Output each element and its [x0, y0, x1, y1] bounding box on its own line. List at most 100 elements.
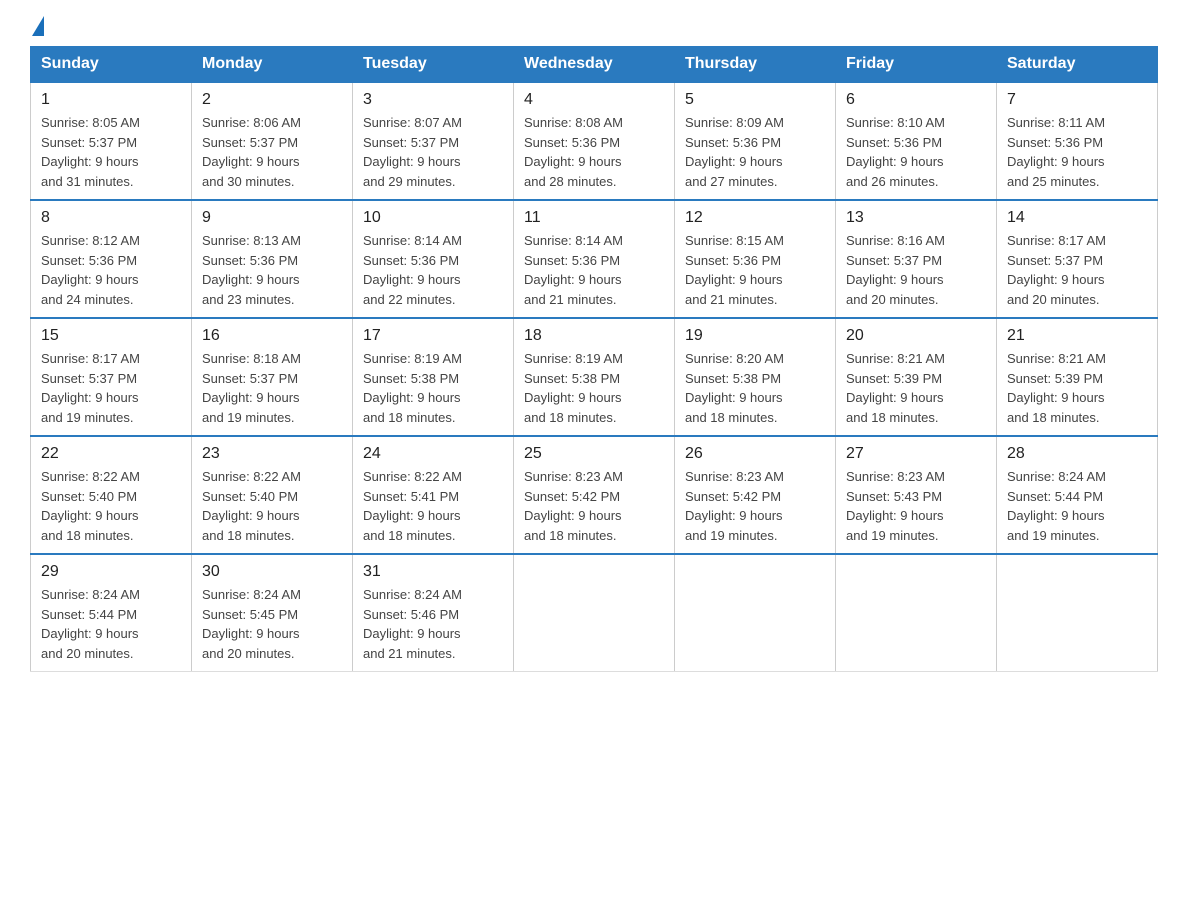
weekday-header-tuesday: Tuesday [353, 47, 514, 83]
day-cell-14: 14 Sunrise: 8:17 AMSunset: 5:37 PMDaylig… [997, 200, 1158, 318]
day-info: Sunrise: 8:20 AMSunset: 5:38 PMDaylight:… [685, 351, 784, 425]
day-cell-31: 31 Sunrise: 8:24 AMSunset: 5:46 PMDaylig… [353, 554, 514, 672]
day-cell-25: 25 Sunrise: 8:23 AMSunset: 5:42 PMDaylig… [514, 436, 675, 554]
logo [30, 20, 44, 36]
weekday-header-row: SundayMondayTuesdayWednesdayThursdayFrid… [31, 47, 1158, 83]
weekday-header-sunday: Sunday [31, 47, 192, 83]
day-cell-28: 28 Sunrise: 8:24 AMSunset: 5:44 PMDaylig… [997, 436, 1158, 554]
empty-cell [514, 554, 675, 672]
day-info: Sunrise: 8:09 AMSunset: 5:36 PMDaylight:… [685, 115, 784, 189]
day-number: 26 [685, 445, 825, 463]
day-info: Sunrise: 8:24 AMSunset: 5:44 PMDaylight:… [1007, 469, 1106, 543]
day-info: Sunrise: 8:08 AMSunset: 5:36 PMDaylight:… [524, 115, 623, 189]
weekday-header-thursday: Thursday [675, 47, 836, 83]
empty-cell [675, 554, 836, 672]
day-number: 18 [524, 327, 664, 345]
day-number: 15 [41, 327, 181, 345]
day-number: 3 [363, 91, 503, 109]
day-info: Sunrise: 8:21 AMSunset: 5:39 PMDaylight:… [846, 351, 945, 425]
day-number: 19 [685, 327, 825, 345]
day-cell-8: 8 Sunrise: 8:12 AMSunset: 5:36 PMDayligh… [31, 200, 192, 318]
day-cell-1: 1 Sunrise: 8:05 AMSunset: 5:37 PMDayligh… [31, 82, 192, 200]
weekday-header-saturday: Saturday [997, 47, 1158, 83]
empty-cell [836, 554, 997, 672]
day-number: 21 [1007, 327, 1147, 345]
day-number: 29 [41, 563, 181, 581]
day-info: Sunrise: 8:11 AMSunset: 5:36 PMDaylight:… [1007, 115, 1105, 189]
calendar-table: SundayMondayTuesdayWednesdayThursdayFrid… [30, 46, 1158, 672]
day-number: 12 [685, 209, 825, 227]
weekday-header-friday: Friday [836, 47, 997, 83]
day-cell-29: 29 Sunrise: 8:24 AMSunset: 5:44 PMDaylig… [31, 554, 192, 672]
day-cell-23: 23 Sunrise: 8:22 AMSunset: 5:40 PMDaylig… [192, 436, 353, 554]
day-info: Sunrise: 8:19 AMSunset: 5:38 PMDaylight:… [524, 351, 623, 425]
day-info: Sunrise: 8:22 AMSunset: 5:40 PMDaylight:… [202, 469, 301, 543]
day-cell-3: 3 Sunrise: 8:07 AMSunset: 5:37 PMDayligh… [353, 82, 514, 200]
day-info: Sunrise: 8:10 AMSunset: 5:36 PMDaylight:… [846, 115, 945, 189]
empty-cell [997, 554, 1158, 672]
day-number: 8 [41, 209, 181, 227]
day-number: 7 [1007, 91, 1147, 109]
day-cell-13: 13 Sunrise: 8:16 AMSunset: 5:37 PMDaylig… [836, 200, 997, 318]
week-row-4: 22 Sunrise: 8:22 AMSunset: 5:40 PMDaylig… [31, 436, 1158, 554]
day-number: 14 [1007, 209, 1147, 227]
day-info: Sunrise: 8:13 AMSunset: 5:36 PMDaylight:… [202, 233, 301, 307]
day-info: Sunrise: 8:17 AMSunset: 5:37 PMDaylight:… [41, 351, 140, 425]
day-info: Sunrise: 8:21 AMSunset: 5:39 PMDaylight:… [1007, 351, 1106, 425]
page-header [30, 20, 1158, 36]
weekday-header-monday: Monday [192, 47, 353, 83]
day-info: Sunrise: 8:06 AMSunset: 5:37 PMDaylight:… [202, 115, 301, 189]
day-cell-22: 22 Sunrise: 8:22 AMSunset: 5:40 PMDaylig… [31, 436, 192, 554]
day-cell-6: 6 Sunrise: 8:10 AMSunset: 5:36 PMDayligh… [836, 82, 997, 200]
day-info: Sunrise: 8:19 AMSunset: 5:38 PMDaylight:… [363, 351, 462, 425]
day-info: Sunrise: 8:22 AMSunset: 5:40 PMDaylight:… [41, 469, 140, 543]
day-number: 27 [846, 445, 986, 463]
day-info: Sunrise: 8:22 AMSunset: 5:41 PMDaylight:… [363, 469, 462, 543]
day-cell-11: 11 Sunrise: 8:14 AMSunset: 5:36 PMDaylig… [514, 200, 675, 318]
day-info: Sunrise: 8:05 AMSunset: 5:37 PMDaylight:… [41, 115, 140, 189]
day-cell-16: 16 Sunrise: 8:18 AMSunset: 5:37 PMDaylig… [192, 318, 353, 436]
day-number: 20 [846, 327, 986, 345]
week-row-2: 8 Sunrise: 8:12 AMSunset: 5:36 PMDayligh… [31, 200, 1158, 318]
day-cell-19: 19 Sunrise: 8:20 AMSunset: 5:38 PMDaylig… [675, 318, 836, 436]
day-number: 23 [202, 445, 342, 463]
day-number: 11 [524, 209, 664, 227]
day-number: 25 [524, 445, 664, 463]
day-cell-17: 17 Sunrise: 8:19 AMSunset: 5:38 PMDaylig… [353, 318, 514, 436]
day-info: Sunrise: 8:17 AMSunset: 5:37 PMDaylight:… [1007, 233, 1106, 307]
day-cell-9: 9 Sunrise: 8:13 AMSunset: 5:36 PMDayligh… [192, 200, 353, 318]
day-number: 6 [846, 91, 986, 109]
day-number: 9 [202, 209, 342, 227]
day-cell-24: 24 Sunrise: 8:22 AMSunset: 5:41 PMDaylig… [353, 436, 514, 554]
day-cell-18: 18 Sunrise: 8:19 AMSunset: 5:38 PMDaylig… [514, 318, 675, 436]
day-cell-26: 26 Sunrise: 8:23 AMSunset: 5:42 PMDaylig… [675, 436, 836, 554]
day-info: Sunrise: 8:16 AMSunset: 5:37 PMDaylight:… [846, 233, 945, 307]
day-number: 10 [363, 209, 503, 227]
day-number: 5 [685, 91, 825, 109]
day-info: Sunrise: 8:07 AMSunset: 5:37 PMDaylight:… [363, 115, 462, 189]
day-number: 31 [363, 563, 503, 581]
day-info: Sunrise: 8:23 AMSunset: 5:42 PMDaylight:… [685, 469, 784, 543]
day-cell-15: 15 Sunrise: 8:17 AMSunset: 5:37 PMDaylig… [31, 318, 192, 436]
day-number: 13 [846, 209, 986, 227]
week-row-1: 1 Sunrise: 8:05 AMSunset: 5:37 PMDayligh… [31, 82, 1158, 200]
day-info: Sunrise: 8:24 AMSunset: 5:45 PMDaylight:… [202, 587, 301, 661]
logo-triangle-icon [32, 16, 44, 36]
day-cell-30: 30 Sunrise: 8:24 AMSunset: 5:45 PMDaylig… [192, 554, 353, 672]
day-info: Sunrise: 8:14 AMSunset: 5:36 PMDaylight:… [524, 233, 623, 307]
day-info: Sunrise: 8:24 AMSunset: 5:46 PMDaylight:… [363, 587, 462, 661]
weekday-header-wednesday: Wednesday [514, 47, 675, 83]
day-number: 30 [202, 563, 342, 581]
day-cell-12: 12 Sunrise: 8:15 AMSunset: 5:36 PMDaylig… [675, 200, 836, 318]
day-info: Sunrise: 8:14 AMSunset: 5:36 PMDaylight:… [363, 233, 462, 307]
day-number: 4 [524, 91, 664, 109]
day-number: 28 [1007, 445, 1147, 463]
day-cell-21: 21 Sunrise: 8:21 AMSunset: 5:39 PMDaylig… [997, 318, 1158, 436]
day-number: 2 [202, 91, 342, 109]
day-cell-20: 20 Sunrise: 8:21 AMSunset: 5:39 PMDaylig… [836, 318, 997, 436]
week-row-5: 29 Sunrise: 8:24 AMSunset: 5:44 PMDaylig… [31, 554, 1158, 672]
day-number: 16 [202, 327, 342, 345]
day-cell-4: 4 Sunrise: 8:08 AMSunset: 5:36 PMDayligh… [514, 82, 675, 200]
day-info: Sunrise: 8:23 AMSunset: 5:42 PMDaylight:… [524, 469, 623, 543]
day-info: Sunrise: 8:23 AMSunset: 5:43 PMDaylight:… [846, 469, 945, 543]
